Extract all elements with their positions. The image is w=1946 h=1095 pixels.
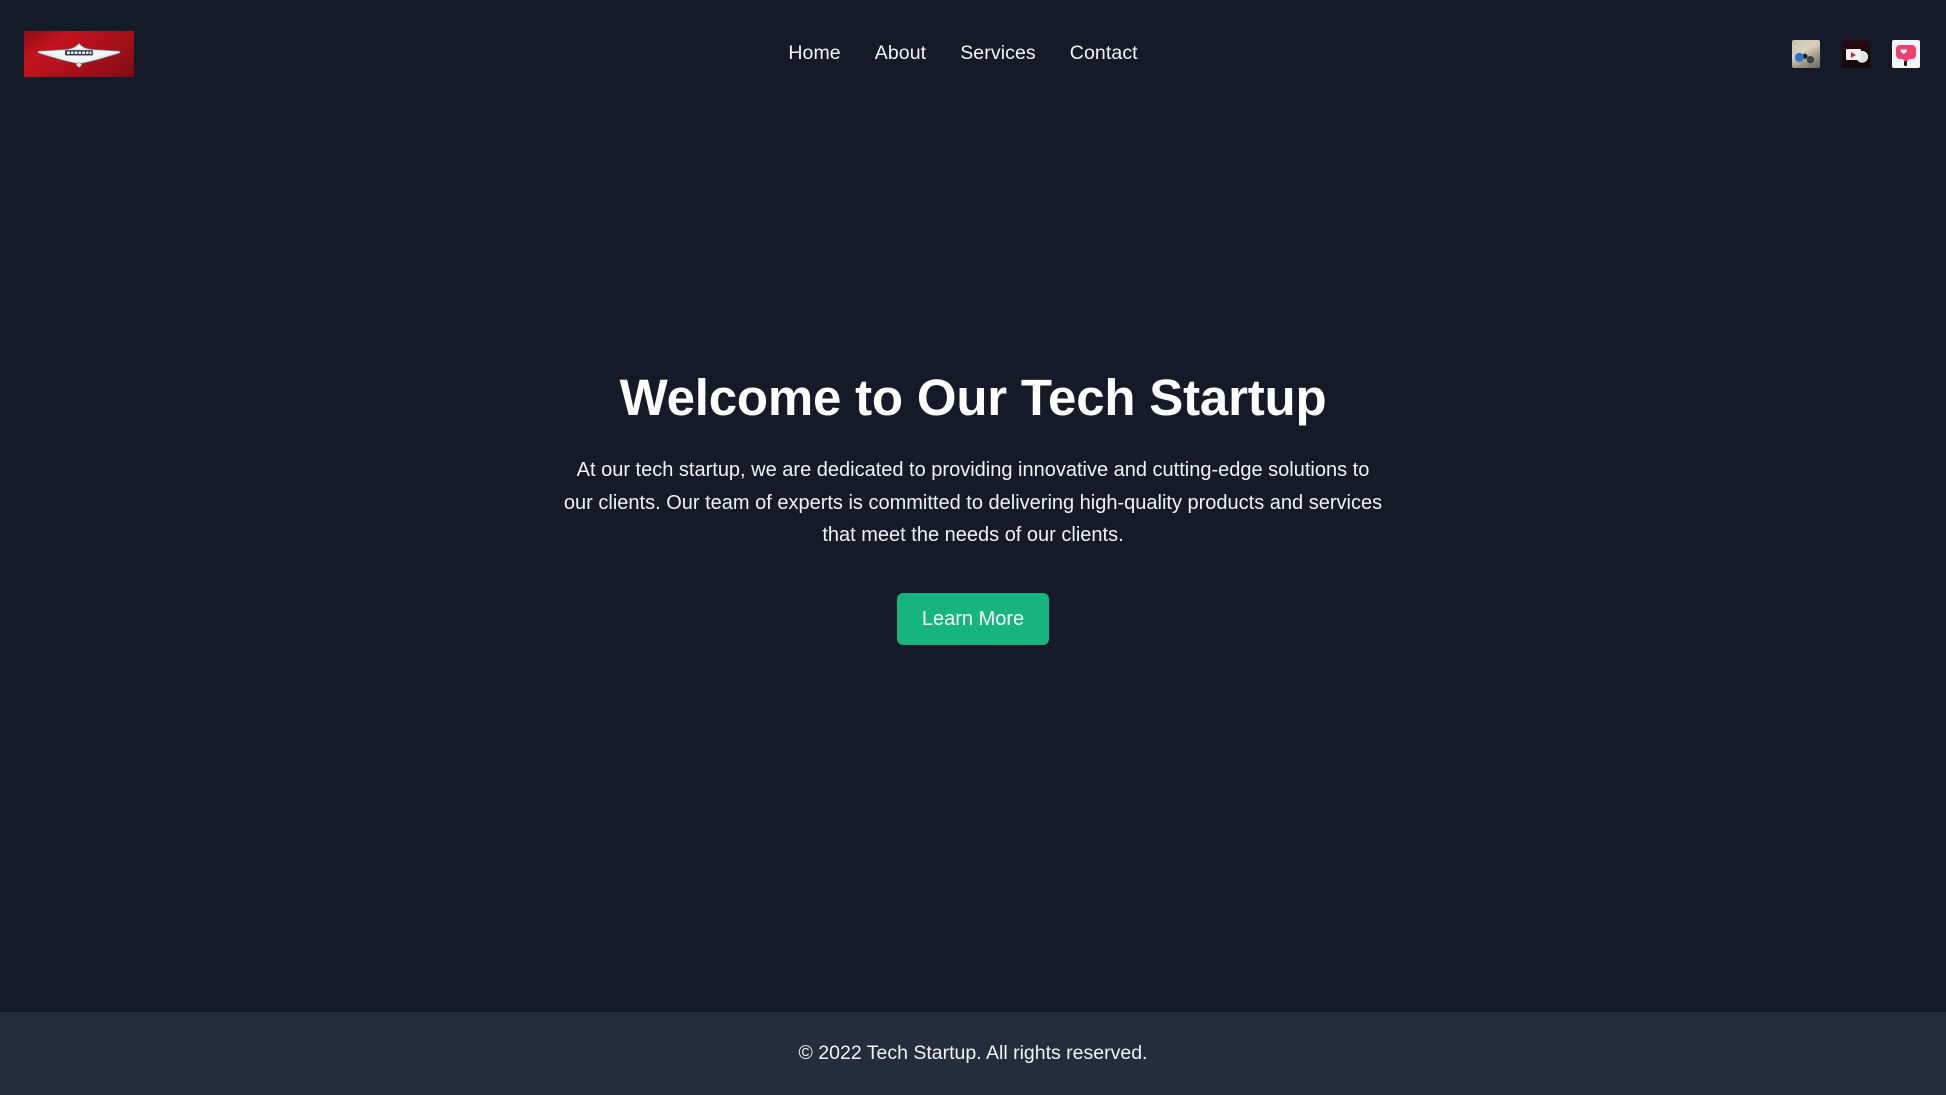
page-title: Welcome to Our Tech Startup (619, 368, 1327, 426)
nav-link-about[interactable]: About (875, 43, 926, 64)
learn-more-button[interactable]: Learn More (896, 593, 1050, 646)
social-icon-photo[interactable] (1792, 39, 1820, 68)
site-header: Home About Services Contact ❤ (0, 0, 1946, 107)
social-icon-media[interactable] (1842, 39, 1870, 68)
nav-link-contact[interactable]: Contact (1070, 43, 1138, 64)
social-links: ❤ (1792, 39, 1922, 68)
hero-description: At our tech startup, we are dedicated to… (563, 459, 1383, 547)
site-footer: © 2022 Tech Startup. All rights reserved… (0, 1012, 1946, 1095)
nav-link-services[interactable]: Services (960, 43, 1036, 64)
hero-content: Welcome to Our Tech Startup At our tech … (563, 369, 1383, 646)
nav-link-home[interactable]: Home (788, 43, 840, 64)
primary-navigation: Home About Services Contact (134, 43, 1792, 64)
social-icon-heart-bubble[interactable]: ❤ (1892, 39, 1920, 68)
brand-logo[interactable] (24, 30, 134, 77)
hero-section: Welcome to Our Tech Startup At our tech … (0, 107, 1946, 1012)
winged-emblem-icon (37, 41, 121, 68)
bubble-stem (1904, 60, 1907, 66)
copyright-text: © 2022 Tech Startup. All rights reserved… (798, 1041, 1148, 1064)
heart-glyph: ❤ (1900, 46, 1908, 57)
